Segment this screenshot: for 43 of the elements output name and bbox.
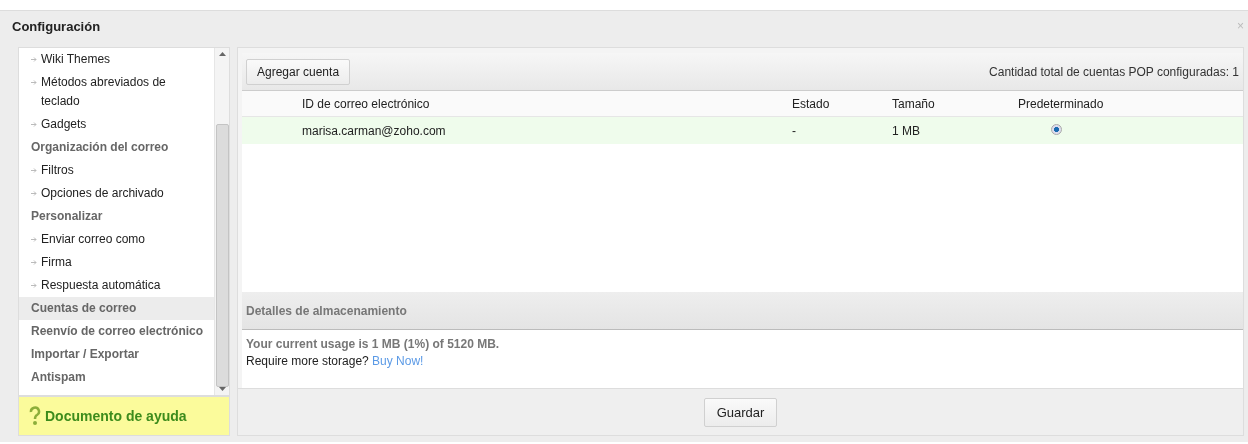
sidebar-item[interactable]: Respuesta automática [19,274,214,297]
arrow-icon [31,260,37,265]
sidebar-item[interactable]: Cuentas de correo [19,297,214,320]
sidebar-item[interactable]: Firma [19,251,214,274]
column-header: Predeterminado [1018,96,1105,111]
table-row[interactable]: marisa.carman@zoho.com - 1 MB [242,117,1243,144]
column-header: Estado [792,96,831,111]
arrow-icon [31,80,37,85]
window-title: Configuración [12,18,101,34]
sidebar-item[interactable]: Personalizar [19,205,214,228]
sidebar-item[interactable]: Enviar correo como [19,228,214,251]
default-radio[interactable] [1051,123,1062,135]
arrow-icon [31,237,37,242]
table-cell-text: marisa.carman@zoho.com [302,123,447,138]
sidebar-item[interactable]: Wiki Themes [19,48,214,71]
save-button[interactable]: Guardar [703,397,778,427]
section-title: Detalles de almacenamiento [246,303,407,318]
arrow-icon [31,122,37,127]
sidebar-item[interactable]: Opciones de archivado [19,182,214,205]
add-account-button[interactable]: Agregar cuenta [246,58,351,85]
account-count: Cantidad total de cuentas POP configuradas: 1 [989,64,1239,79]
arrow-icon [31,168,37,173]
sidebar-item[interactable]: Organización del correo [19,136,214,159]
table-cell-text: 1 MB [892,123,921,138]
usage-text: Your current usage is 1 MB (1%) of 5120 MB. [246,337,501,351]
scroll-up-icon[interactable] [218,52,226,56]
sidebar-item[interactable]: Gadgets [19,113,214,136]
sidebar-item[interactable]: Importar / Exportar [19,343,214,366]
scrollbar-thumb[interactable] [215,123,229,388]
sidebar-item[interactable]: Métodos abreviados de teclado [19,71,214,113]
sidebar-item[interactable]: Reenvío de correo electrónico [19,320,214,343]
scrollbar[interactable] [214,48,229,395]
table-cell-text: - [792,123,797,138]
question-icon [29,406,41,426]
column-header: ID de correo electrónico [302,96,431,111]
arrow-icon [31,57,37,62]
sidebar-item[interactable]: Filtros [19,159,214,182]
help-link[interactable]: Documento de ayuda [18,396,230,436]
arrow-icon [31,191,37,196]
sidebar-item[interactable]: Antispam [19,366,214,389]
column-header: Tamaño [892,96,936,111]
storage-prompt: Require more storage? [246,354,369,368]
arrow-icon [31,283,37,288]
